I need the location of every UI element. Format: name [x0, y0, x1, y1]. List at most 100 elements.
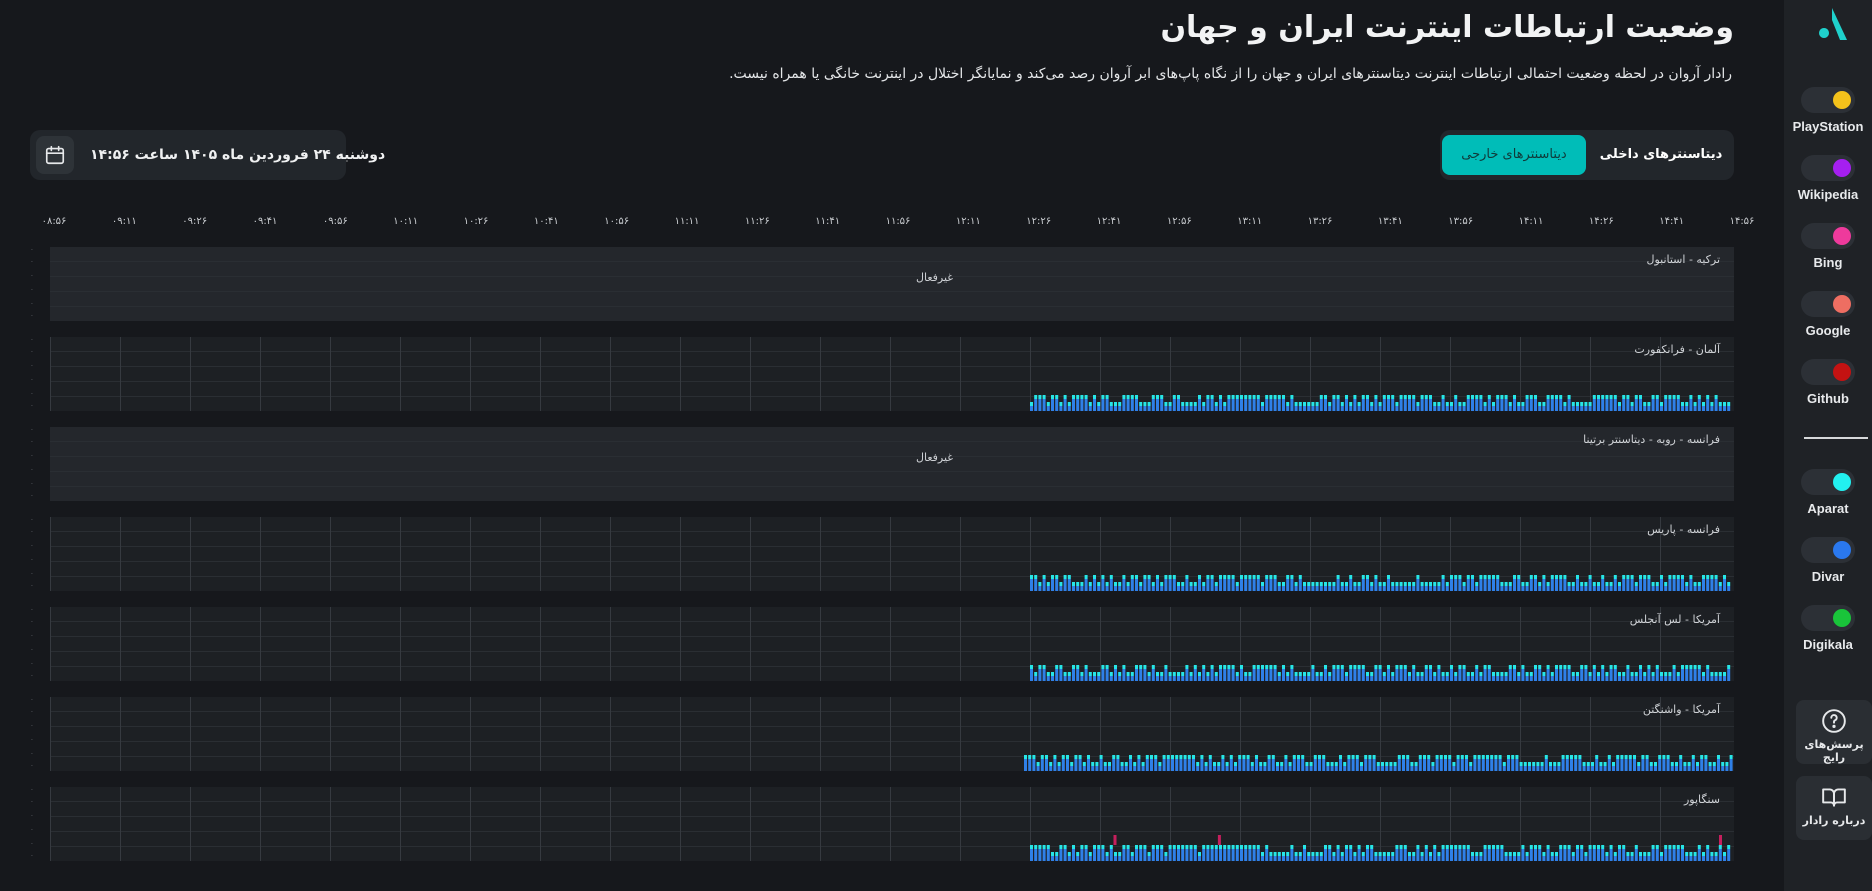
y-tick: ·: [31, 697, 33, 704]
service-toggle[interactable]: [1801, 537, 1855, 563]
service-toggle[interactable]: [1801, 291, 1855, 317]
latency-bar-cap: [1097, 582, 1101, 586]
latency-bar: [1727, 586, 1731, 591]
latency-bar: [1618, 406, 1621, 411]
latency-bar-cap: [1433, 402, 1437, 406]
latency-bar-cap: [1643, 402, 1647, 406]
latency-bar-cap: [1179, 755, 1183, 759]
y-tick: ·: [31, 841, 33, 848]
service-toggle[interactable]: [1801, 223, 1855, 249]
latency-bar-cap: [1051, 672, 1054, 676]
latency-bar: [1311, 406, 1315, 411]
latency-bar: [1607, 759, 1611, 771]
latency-bar: [1227, 399, 1231, 411]
latency-bar-cap: [1469, 762, 1473, 766]
latency-bar-cap: [1105, 852, 1109, 856]
latency-bar: [1118, 676, 1122, 681]
latency-bar: [1364, 759, 1368, 771]
latency-bar: [1433, 586, 1437, 591]
latency-bar-cap: [1070, 762, 1074, 766]
latency-bar-cap: [1668, 575, 1672, 579]
latency-bar-cap: [1563, 845, 1567, 849]
latency-bar: [1507, 759, 1510, 771]
service-toggle[interactable]: [1801, 155, 1855, 181]
latency-bar: [1546, 669, 1550, 681]
latency-bar-cap: [1567, 665, 1571, 669]
latency-bar: [1616, 759, 1620, 771]
latency-bar: [1214, 849, 1218, 861]
latency-bar: [1213, 766, 1216, 771]
latency-bar: [1193, 406, 1197, 411]
latency-bar-cap: [1387, 395, 1390, 399]
latency-bar: [1172, 676, 1176, 681]
latency-bar-cap: [1670, 762, 1674, 766]
latency-bar-cap: [1586, 762, 1590, 766]
service-toggle[interactable]: [1801, 87, 1855, 113]
latency-bar-cap: [1311, 402, 1315, 406]
time-tick-label: ۱۴:۲۶: [1588, 216, 1614, 227]
latency-bar: [1034, 399, 1038, 411]
latency-bar: [1202, 406, 1206, 411]
latency-bar-cap: [1084, 845, 1088, 849]
latency-bar-cap: [1479, 395, 1483, 399]
latency-bar: [1643, 406, 1647, 411]
latency-bar: [1714, 399, 1718, 411]
latency-bar-cap: [1088, 852, 1092, 856]
latency-bar: [1534, 669, 1537, 681]
faq-label: پرسش‌های رایج: [1804, 738, 1864, 764]
latency-bar: [1319, 399, 1323, 411]
latency-bar: [1454, 399, 1458, 411]
faq-button[interactable]: پرسش‌های رایج: [1796, 700, 1872, 764]
latency-bar-cap: [1597, 845, 1600, 849]
latency-bar-cap: [1387, 575, 1390, 579]
latency-bar-cap: [1361, 665, 1365, 669]
latency-bar: [1084, 669, 1088, 681]
calendar-button[interactable]: [36, 136, 74, 174]
latency-bar-cap: [1024, 755, 1027, 759]
tab-foreign-datacenters[interactable]: دیتاسنترهای خارجی: [1442, 135, 1586, 175]
latency-bar-cap: [1567, 395, 1571, 399]
latency-bar: [1126, 676, 1130, 681]
latency-bar-cap: [1311, 852, 1315, 856]
date-picker[interactable]: دوشنبه ۲۴ فروردین ماه ۱۴۰۵ ساعت ۱۴:۵۶: [30, 130, 385, 180]
latency-bar-cap: [1567, 582, 1571, 586]
latency-bar-cap: [1183, 755, 1187, 759]
latency-bar-cap: [1223, 402, 1227, 406]
latency-bar-cap: [1326, 762, 1330, 766]
time-tick-label: ۱۱:۱۱: [674, 216, 700, 227]
about-button[interactable]: درباره رادار: [1796, 776, 1872, 840]
latency-bar: [1156, 399, 1159, 411]
latency-bar-cap: [1130, 575, 1134, 579]
tab-domestic-datacenters[interactable]: دیتاسنترهای داخلی: [1596, 135, 1726, 175]
latency-bar: [1158, 766, 1162, 771]
y-tick: ·: [31, 377, 33, 384]
latency-bar-cap: [1481, 755, 1485, 759]
service-toggle[interactable]: [1801, 469, 1855, 495]
latency-bar-cap: [1147, 402, 1151, 406]
latency-bar-cap: [1555, 575, 1558, 579]
latency-bar-cap: [1696, 762, 1699, 766]
latency-bar-cap: [1538, 402, 1542, 406]
y-tick: ·: [31, 481, 33, 488]
latency-bar-cap: [1609, 665, 1613, 669]
y-tick: ·: [31, 763, 33, 770]
latency-bar: [1076, 399, 1080, 411]
latency-bar: [1114, 406, 1117, 411]
latency-bar: [1162, 759, 1166, 771]
latency-bar-cap: [1672, 395, 1676, 399]
service-toggle[interactable]: [1801, 605, 1855, 631]
latency-bar-cap: [1137, 755, 1141, 759]
latency-bar: [1109, 579, 1113, 591]
latency-bar: [1718, 676, 1722, 681]
latency-bar: [1250, 766, 1254, 771]
latency-bar-cap: [1412, 852, 1416, 856]
latency-bar-cap: [1613, 395, 1617, 399]
service-toggle[interactable]: [1801, 359, 1855, 385]
latency-bar: [1559, 399, 1563, 411]
latency-bar: [1242, 759, 1246, 771]
latency-bar-cap: [1214, 582, 1218, 586]
latency-bar: [1206, 399, 1210, 411]
latency-bar-cap: [1353, 852, 1357, 856]
latency-bar-cap: [1565, 755, 1569, 759]
latency-bar-cap: [1450, 402, 1453, 406]
